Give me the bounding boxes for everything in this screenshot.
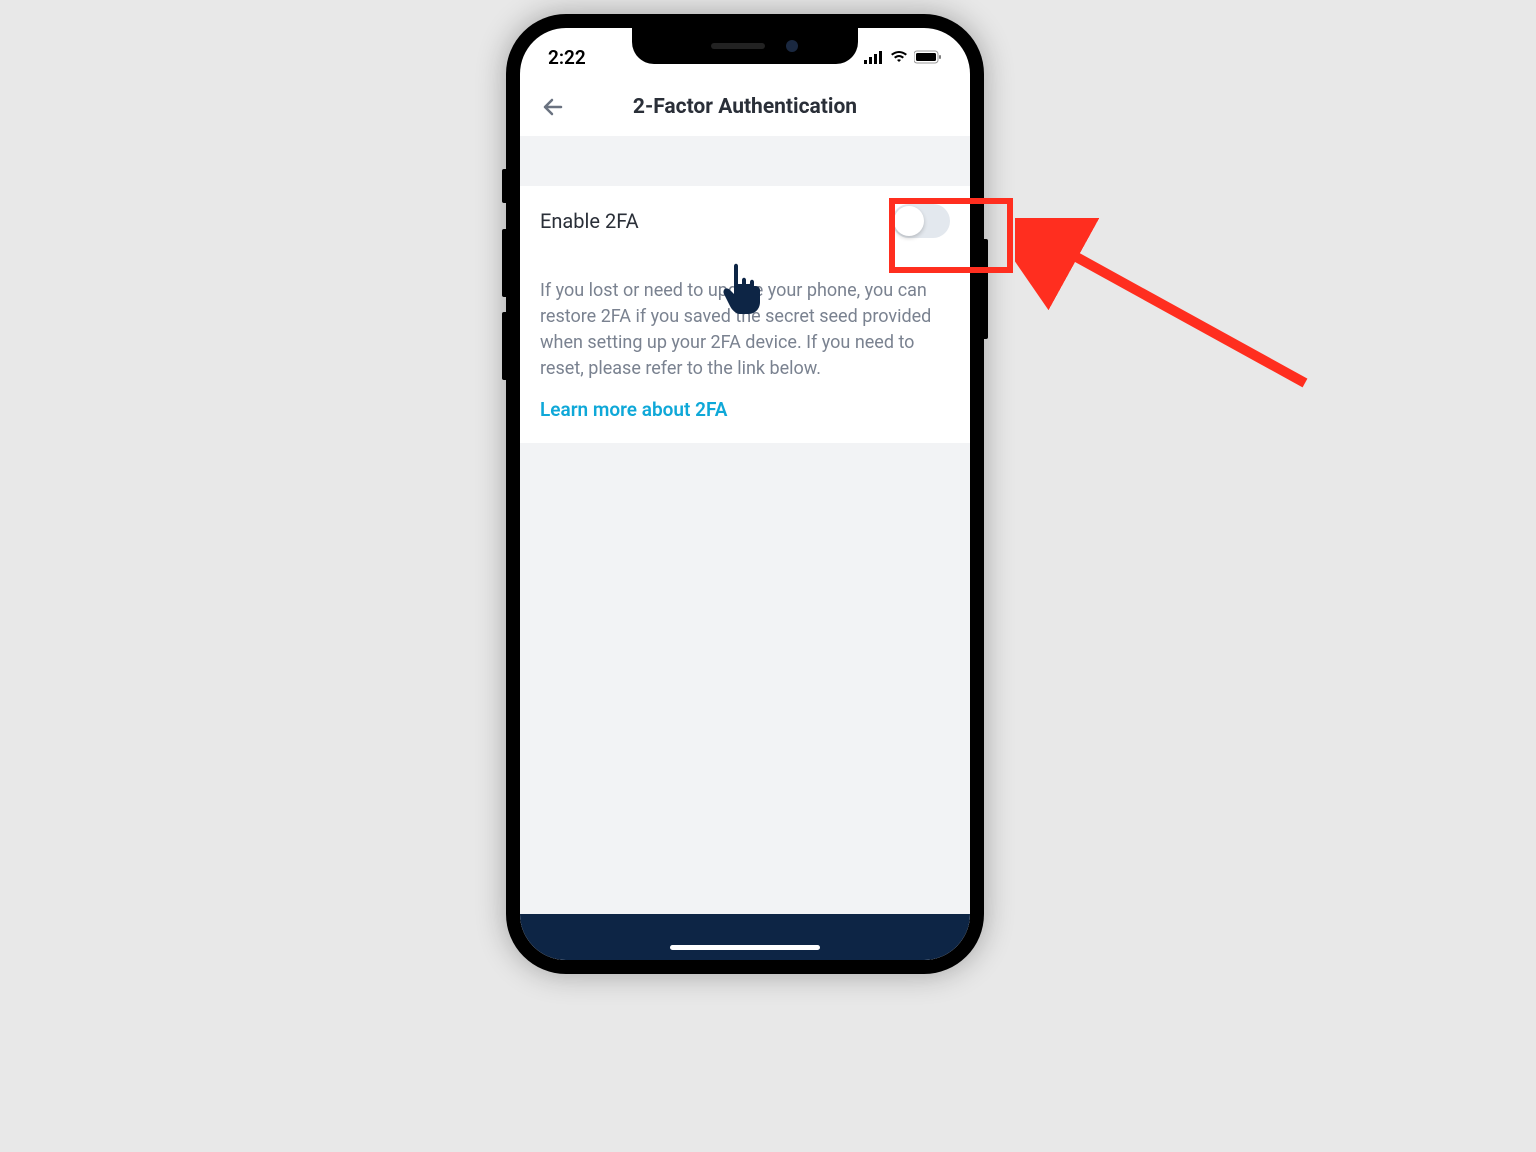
- description-text: If you lost or need to update your phone…: [540, 278, 950, 382]
- phone-screen: 2:22: [520, 28, 970, 960]
- back-arrow-icon: [541, 95, 565, 119]
- toggle-thumb: [894, 206, 924, 236]
- phone-power-button: [984, 239, 988, 339]
- phone-volume-up: [502, 229, 506, 297]
- annotation-arrow: [1015, 218, 1325, 402]
- description-section: If you lost or need to update your phone…: [520, 256, 970, 443]
- nav-header: 2-Factor Authentication: [520, 78, 970, 136]
- battery-icon: [914, 50, 942, 64]
- learn-more-link[interactable]: Learn more about 2FA: [540, 398, 950, 421]
- phone-frame: 2:22: [506, 14, 984, 974]
- cellular-signal-icon: [864, 50, 884, 64]
- back-button[interactable]: [538, 92, 568, 122]
- enable-2fa-row: Enable 2FA: [520, 186, 970, 256]
- phone-mute-switch: [502, 169, 506, 203]
- status-time: 2:22: [548, 46, 586, 69]
- section-spacer: [520, 136, 970, 186]
- content-area: Enable 2FA If you lost or need to update…: [520, 136, 970, 960]
- notch-camera: [786, 40, 798, 52]
- status-icons: [864, 50, 942, 64]
- phone-volume-down: [502, 312, 506, 380]
- home-indicator[interactable]: [670, 945, 820, 950]
- bottom-nav-bar: [520, 914, 970, 960]
- phone-notch: [632, 28, 858, 64]
- enable-2fa-toggle[interactable]: [892, 204, 950, 238]
- enable-2fa-label: Enable 2FA: [540, 209, 639, 233]
- page-title: 2-Factor Authentication: [633, 95, 857, 119]
- wifi-icon: [890, 50, 908, 64]
- notch-speaker: [711, 43, 765, 49]
